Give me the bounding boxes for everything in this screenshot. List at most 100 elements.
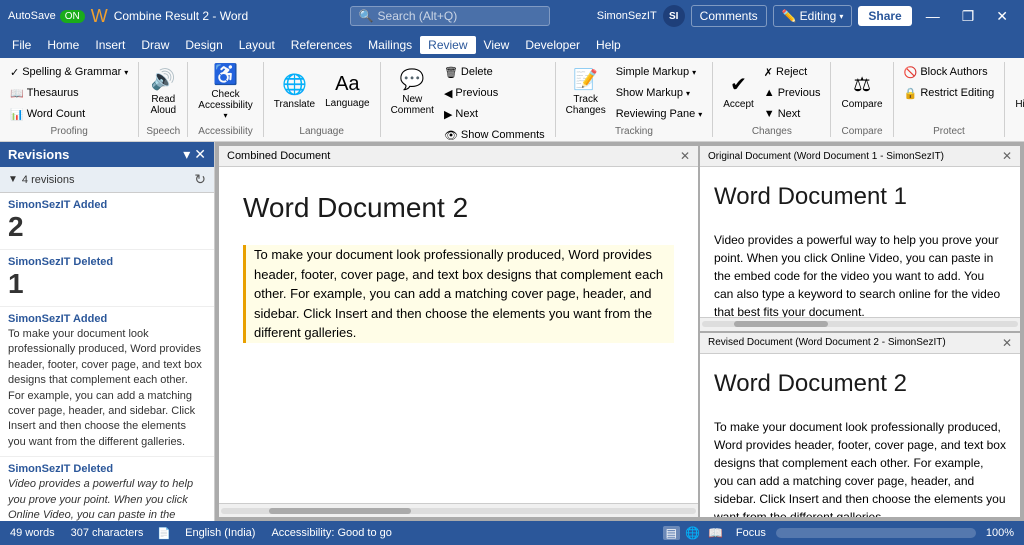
reject-button[interactable]: ✗ Reject xyxy=(760,62,825,82)
translate-button[interactable]: 🌐 Translate xyxy=(270,62,319,120)
language-button[interactable]: Aa Language xyxy=(321,62,374,120)
combined-doc-content[interactable]: Word Document 2 To make your document lo… xyxy=(219,167,698,503)
search-input[interactable] xyxy=(378,9,538,23)
autosave-state[interactable]: ON xyxy=(60,10,85,23)
original-doc-para1: Video provides a powerful way to help yo… xyxy=(714,231,1006,317)
wordcount-icon: 📊 xyxy=(10,108,24,121)
revision-number: 1 xyxy=(8,270,206,298)
zoom-level[interactable]: 100% xyxy=(984,527,1016,539)
ribbon-group-protect: 🚫 Block Authors 🔒 Restrict Editing Prote… xyxy=(894,62,1006,137)
menu-draw[interactable]: Draw xyxy=(133,36,177,54)
revision-author: SimonSezIT Added xyxy=(8,313,206,325)
next-comment-button[interactable]: ▶ Next xyxy=(440,104,549,124)
next-icon: ▶ xyxy=(444,108,452,121)
hide-ink-button[interactable]: ✏ Hide Ink xyxy=(1011,62,1024,120)
menu-review[interactable]: Review xyxy=(420,36,475,54)
lock-icon: 🔒 xyxy=(904,87,918,100)
combined-document: Combined Document ✕ Word Document 2 To m… xyxy=(219,146,698,517)
original-doc-scrollbar[interactable] xyxy=(700,317,1020,331)
combined-doc-scrollbar[interactable] xyxy=(219,503,698,517)
ribbon-group-label-proofing: Proofing xyxy=(6,124,132,137)
minimize-button[interactable]: — xyxy=(918,0,948,32)
restore-button[interactable]: ❐ xyxy=(954,0,983,32)
check-accessibility-button[interactable]: ♿ CheckAccessibility ▾ xyxy=(194,62,256,120)
spelling-grammar-button[interactable]: ✓ Spelling & Grammar ▾ xyxy=(6,62,132,82)
revised-doc-content[interactable]: Word Document 2 To make your document lo… xyxy=(700,354,1020,518)
accessibility-status[interactable]: Accessibility: Good to go xyxy=(269,527,393,539)
menu-bar: File Home Insert Draw Design Layout Refe… xyxy=(0,32,1024,58)
ribbon-group-ink: ✏ Hide Ink Ink xyxy=(1005,62,1024,137)
accept-button[interactable]: ✔ Accept xyxy=(719,62,758,120)
ribbon-group-label-changes: Changes xyxy=(719,124,824,137)
restrict-editing-button[interactable]: 🔒 Restrict Editing xyxy=(900,83,999,103)
menu-developer[interactable]: Developer xyxy=(517,36,588,54)
revision-item: SimonSezIT Deleted Video provides a powe… xyxy=(0,457,214,521)
word-count-button[interactable]: 📊 Word Count xyxy=(6,104,132,124)
revised-doc-heading: Word Document 2 xyxy=(714,366,1006,402)
previous-comment-button[interactable]: ◀ Previous xyxy=(440,83,549,103)
menu-file[interactable]: File xyxy=(4,36,39,54)
previous-change-button[interactable]: ▲ Previous xyxy=(760,83,825,103)
revisions-header: Revisions ▾ ✕ xyxy=(0,142,214,167)
read-view-button[interactable]: 📖 xyxy=(705,526,726,540)
print-view-button[interactable]: ▤ xyxy=(663,526,680,540)
char-count-status[interactable]: 307 characters xyxy=(69,527,146,539)
track-changes-button[interactable]: 📝 TrackChanges xyxy=(562,62,610,120)
menu-references[interactable]: References xyxy=(283,36,360,54)
revision-author: SimonSezIT Deleted xyxy=(8,256,206,268)
combined-doc-heading: Word Document 2 xyxy=(243,187,674,229)
close-button[interactable]: ✕ xyxy=(988,0,1016,32)
simple-markup-button[interactable]: Simple Markup ▾ xyxy=(612,62,707,82)
comments-button[interactable]: Comments xyxy=(691,5,767,27)
menu-mailings[interactable]: Mailings xyxy=(360,36,420,54)
next-change-button[interactable]: ▼ Next xyxy=(760,104,825,124)
refresh-button[interactable]: ↻ xyxy=(194,171,206,188)
share-button[interactable]: Share xyxy=(858,6,911,26)
block-authors-button[interactable]: 🚫 Block Authors xyxy=(900,62,999,82)
word-count-status[interactable]: 49 words xyxy=(8,527,57,539)
ribbon-group-label-ink: Ink xyxy=(1011,124,1024,137)
ribbon-group-accessibility: ♿ CheckAccessibility ▾ Accessibility xyxy=(188,62,263,137)
dropdown-arrow-icon: ▾ xyxy=(224,111,228,120)
autosave-toggle: AutoSave ON xyxy=(8,10,85,23)
menu-view[interactable]: View xyxy=(476,36,518,54)
search-box[interactable]: 🔍 xyxy=(350,6,550,26)
doc-title: Combine Result 2 - Word xyxy=(114,9,249,23)
search-icon: 🔍 xyxy=(359,9,374,23)
menu-home[interactable]: Home xyxy=(39,36,87,54)
show-comments-button[interactable]: 👁 Show Comments xyxy=(440,125,549,142)
menu-insert[interactable]: Insert xyxy=(87,36,133,54)
menu-layout[interactable]: Layout xyxy=(231,36,283,54)
revisions-options-button[interactable]: ▾ xyxy=(183,146,190,163)
show-markup-button[interactable]: Show Markup ▾ xyxy=(612,83,707,103)
compare-button[interactable]: ⚖ Compare xyxy=(837,62,886,120)
web-view-button[interactable]: 🌐 xyxy=(682,526,703,540)
comment-icon: 💬 xyxy=(400,67,425,92)
reviewing-pane-button[interactable]: Reviewing Pane ▾ xyxy=(612,104,707,124)
ribbon: ✓ Spelling & Grammar ▾ 📖 Thesaurus 📊 Wor… xyxy=(0,58,1024,142)
menu-design[interactable]: Design xyxy=(177,36,230,54)
delete-comment-button[interactable]: 🗑 Delete xyxy=(440,62,549,82)
language-status[interactable]: English (India) xyxy=(183,527,257,539)
title-bar: AutoSave ON W Combine Result 2 - Word 🔍 … xyxy=(0,0,1024,32)
original-doc-content[interactable]: Word Document 1 Video provides a powerfu… xyxy=(700,167,1020,317)
ribbon-group-proofing: ✓ Spelling & Grammar ▾ 📖 Thesaurus 📊 Wor… xyxy=(0,62,139,137)
delete-icon: 🗑 xyxy=(444,66,458,79)
revisions-close-button[interactable]: ✕ xyxy=(194,146,206,163)
combined-doc-close-button[interactable]: ✕ xyxy=(680,149,690,163)
language-icon: Aa xyxy=(335,73,359,96)
original-doc-close-button[interactable]: ✕ xyxy=(1002,149,1012,163)
zoom-slider[interactable] xyxy=(776,528,976,538)
editing-button[interactable]: ✏️ Editing ▾ xyxy=(773,5,853,27)
revision-item: SimonSezIT Added 2 xyxy=(0,193,214,250)
ribbon-group-changes: ✔ Accept ✗ Reject ▲ Previous ▼ Next Chan… xyxy=(713,62,831,137)
thesaurus-button[interactable]: 📖 Thesaurus xyxy=(6,83,132,103)
revised-doc-close-button[interactable]: ✕ xyxy=(1002,336,1012,350)
focus-label[interactable]: Focus xyxy=(734,527,768,539)
menu-help[interactable]: Help xyxy=(588,36,629,54)
revisions-subheader: ▼ 4 revisions ↻ xyxy=(0,167,214,193)
autosave-label: AutoSave xyxy=(8,10,56,22)
new-comment-button[interactable]: 💬 NewComment xyxy=(387,62,438,120)
user-name: SimonSezIT xyxy=(597,10,657,22)
read-aloud-button[interactable]: 🔊 ReadAloud xyxy=(145,62,181,120)
